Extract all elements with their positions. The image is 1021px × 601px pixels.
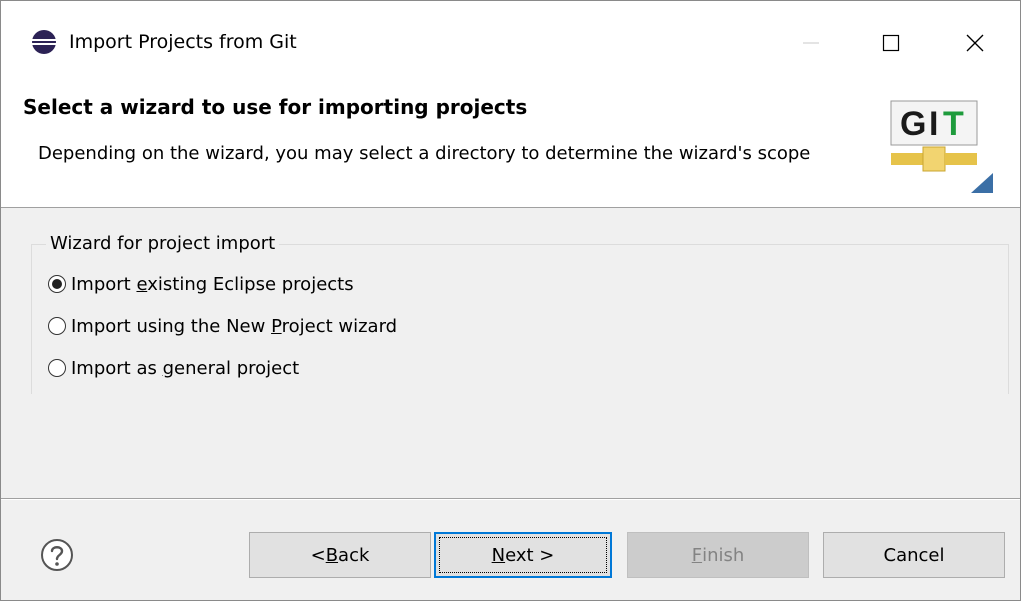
- minimize-icon: [803, 42, 819, 44]
- radio-import-general-project[interactable]: Import as general project: [48, 354, 299, 382]
- git-logo-letter-i: I: [929, 105, 938, 143]
- minimize-button[interactable]: [781, 1, 841, 85]
- wizard-type-group: Wizard for project import Import existin…: [31, 233, 1009, 394]
- radio-unchecked-icon[interactable]: [48, 317, 66, 335]
- next-button[interactable]: Next >: [434, 532, 612, 578]
- button-bar-separator-highlight: [1, 499, 1020, 500]
- title-bar[interactable]: Import Projects from Git: [1, 1, 1020, 85]
- group-label: Wizard for project import: [46, 233, 280, 254]
- cancel-button[interactable]: Cancel: [823, 532, 1005, 578]
- git-logo-icon: G I T: [890, 100, 993, 193]
- focus-rectangle: [439, 537, 607, 573]
- radio-label: Import existing Eclipse projects: [71, 273, 354, 295]
- radio-label: Import as general project: [71, 357, 300, 379]
- wizard-header: Select a wizard to use for importing pro…: [1, 85, 1020, 208]
- page-description: Depending on the wizard, you may select …: [38, 143, 811, 164]
- radio-label: Import using the New Project wizard: [71, 315, 398, 337]
- maximize-button[interactable]: [861, 1, 921, 85]
- eclipse-icon: [32, 30, 56, 54]
- window-title: Import Projects from Git: [69, 31, 297, 53]
- git-logo-letter-g: G: [900, 105, 926, 143]
- radio-import-existing-projects[interactable]: Import existing Eclipse projects: [48, 270, 354, 298]
- close-button[interactable]: [945, 1, 1005, 85]
- git-logo-letter-t: T: [943, 105, 964, 143]
- dialog-window: Import Projects from Git Select a wizard…: [0, 0, 1021, 601]
- radio-unchecked-icon[interactable]: [48, 359, 66, 377]
- back-button[interactable]: < Back: [249, 532, 431, 578]
- close-icon: [966, 34, 984, 52]
- page-title: Select a wizard to use for importing pro…: [23, 95, 528, 119]
- maximize-icon: [882, 34, 900, 52]
- radio-checked-icon[interactable]: [48, 275, 66, 293]
- finish-button[interactable]: Finish: [627, 532, 809, 578]
- radio-import-new-project-wizard[interactable]: Import using the New Project wizard: [48, 312, 397, 340]
- help-icon[interactable]: [39, 537, 75, 573]
